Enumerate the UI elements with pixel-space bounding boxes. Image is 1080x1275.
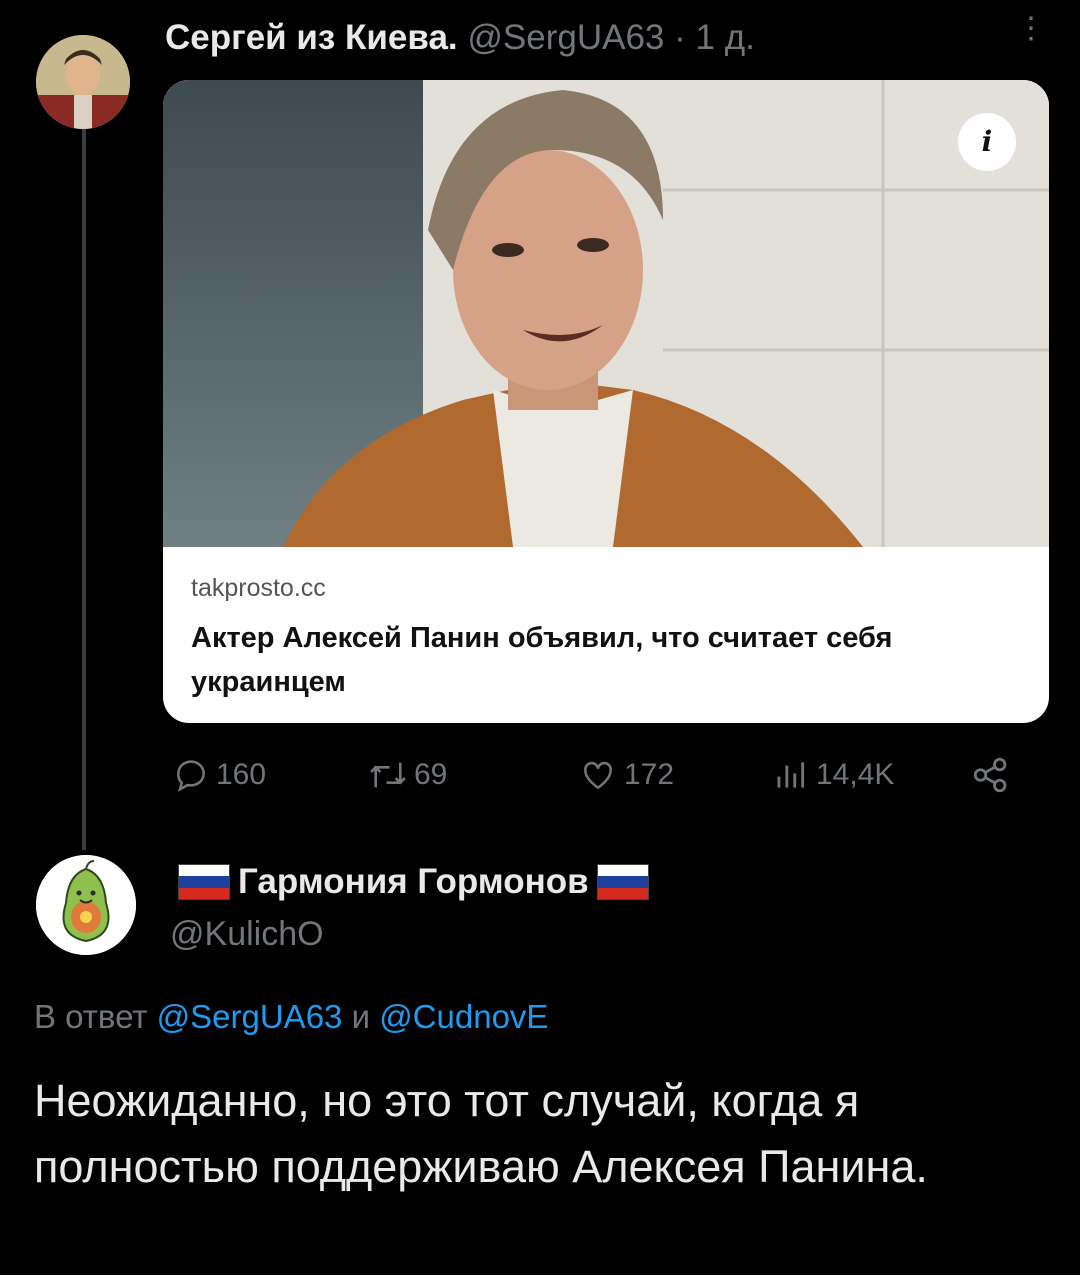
tweet-header: Сергей из Киева. @SergUA63 · 1 д. — [165, 18, 755, 58]
thread-line — [82, 128, 86, 850]
card-image — [163, 80, 1049, 547]
reply-button[interactable]: 160 — [172, 752, 266, 798]
author-name[interactable]: Сергей из Киева. — [165, 18, 458, 57]
more-vertical-icon[interactable]: ⋮ — [1016, 14, 1046, 58]
replying-to: В ответ @SergUA63 и @CudnovE — [34, 998, 548, 1036]
reply-author-name[interactable]: Гармония Гормонов — [238, 862, 589, 902]
avatar-image — [36, 35, 130, 129]
heart-icon — [584, 761, 612, 790]
avocado-logo — [36, 855, 136, 955]
russia-flag-icon — [178, 864, 230, 900]
reply-avatar[interactable] — [36, 855, 136, 955]
share-button[interactable] — [970, 752, 1018, 798]
author-avatar[interactable] — [36, 35, 130, 129]
like-button[interactable]: 172 — [578, 752, 674, 798]
tweet-time[interactable]: · 1 д. — [674, 18, 755, 57]
card-domain: takprosto.cc — [191, 574, 326, 602]
card-headline: Актер Алексей Панин объявил, что считает… — [191, 622, 893, 698]
reply-user-link-1[interactable]: @SergUA63 — [157, 998, 343, 1035]
reply-author-row: Гармония Гормонов — [170, 862, 657, 902]
reply-author-handle[interactable]: @KulichO — [170, 915, 324, 954]
reply-prefix: В ответ — [34, 998, 148, 1035]
views-button[interactable]: 14,4K — [770, 752, 894, 798]
share-icon — [973, 757, 1007, 793]
reply-count: 160 — [216, 758, 267, 791]
reply-icon — [177, 760, 205, 792]
reply-text: Неожиданно, но это тот случай, когда я п… — [34, 1075, 928, 1192]
russia-flag-icon — [596, 864, 649, 900]
views-icon — [777, 762, 805, 788]
retweet-button[interactable]: 69 — [368, 752, 447, 798]
like-count: 172 — [624, 758, 675, 791]
retweet-count: 69 — [414, 758, 448, 791]
retweet-icon — [370, 762, 406, 788]
views-count: 14,4K — [816, 758, 895, 791]
info-icon[interactable]: i — [958, 113, 1016, 171]
author-handle[interactable]: @SergUA63 — [467, 18, 664, 57]
reply-user-link-2[interactable]: @CudnovE — [379, 998, 548, 1035]
reply-and: и — [351, 998, 371, 1035]
